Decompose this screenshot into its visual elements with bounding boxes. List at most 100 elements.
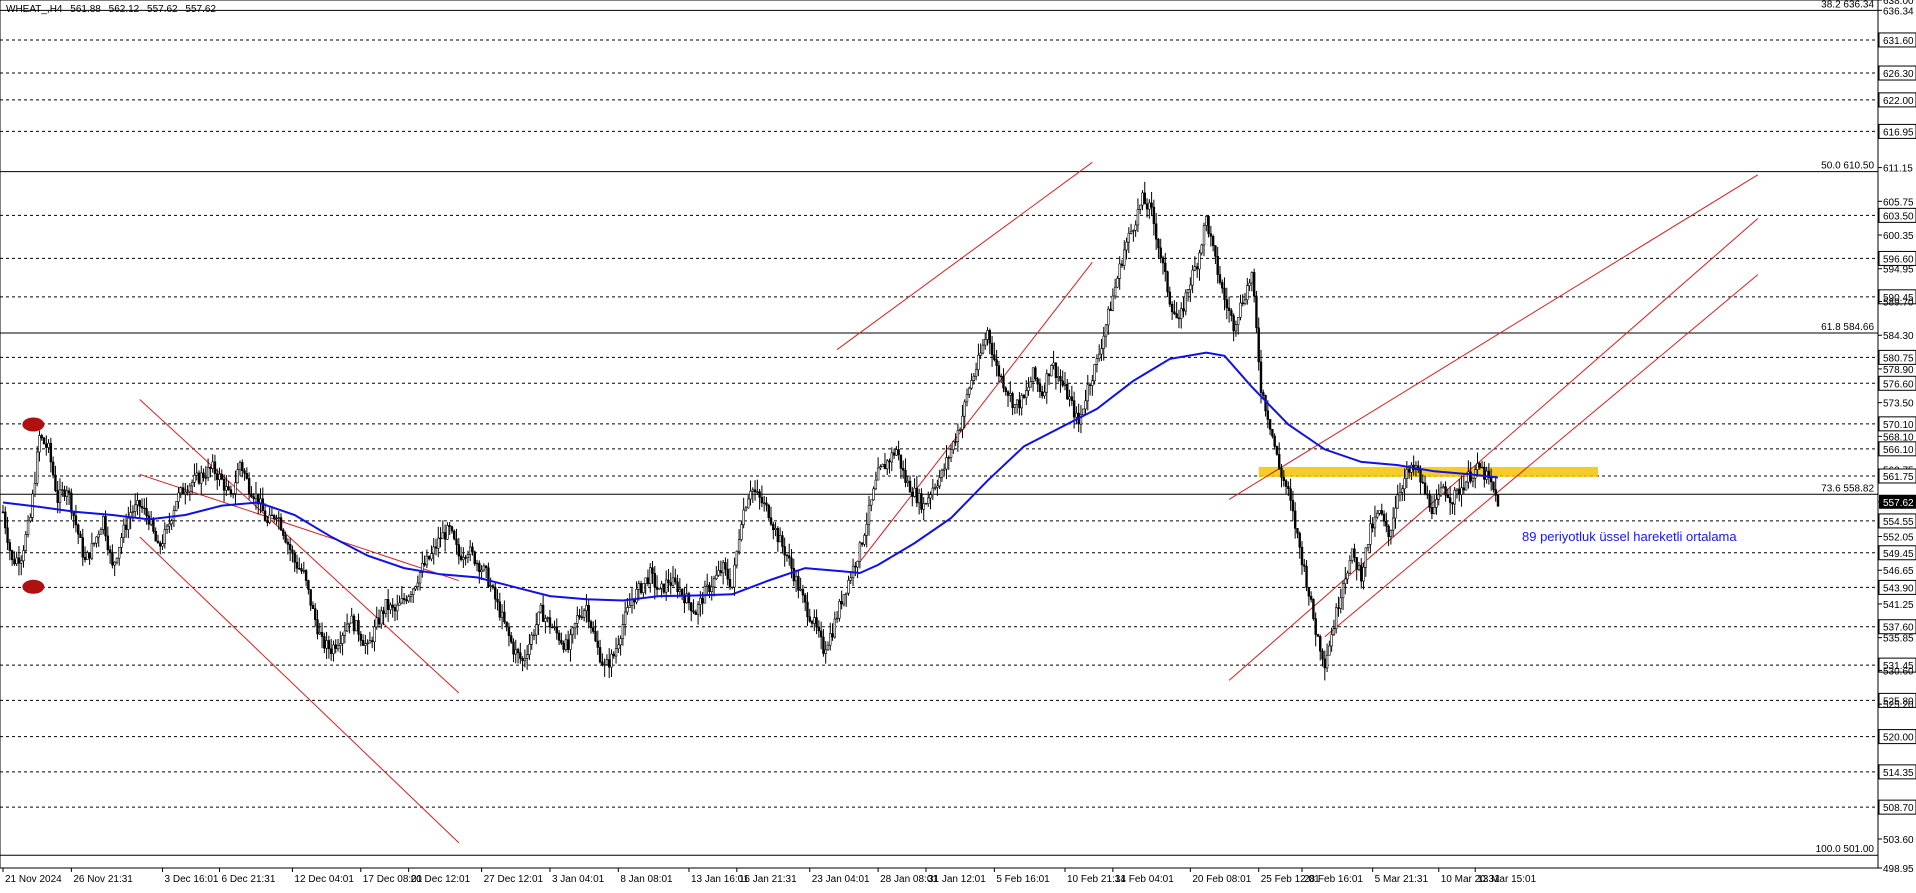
candle-body xyxy=(1207,216,1210,235)
candle-body xyxy=(972,375,976,381)
candle-body xyxy=(1031,367,1035,382)
candle-body xyxy=(1314,618,1317,635)
candle-body xyxy=(1157,238,1160,249)
price-label: 573.50 xyxy=(1883,399,1914,410)
candle-body xyxy=(516,649,520,654)
candle-body xyxy=(965,394,969,403)
candle-body xyxy=(1419,469,1422,483)
candle-body xyxy=(970,380,973,389)
candle-body xyxy=(528,643,531,656)
candle-body xyxy=(291,549,294,554)
candle-body xyxy=(598,647,602,663)
candle-body xyxy=(858,542,862,562)
candle-body xyxy=(348,622,351,625)
candle-body xyxy=(1068,396,1071,400)
candle-body xyxy=(72,512,75,517)
candle-body xyxy=(831,633,834,638)
candle-body xyxy=(300,568,303,572)
candle-body xyxy=(163,529,167,544)
candle-body xyxy=(731,586,734,589)
candle-body xyxy=(386,599,390,610)
candle-body xyxy=(762,502,766,504)
candle-body xyxy=(140,506,144,509)
candle-body xyxy=(1394,507,1397,519)
candle-body xyxy=(220,473,223,480)
current-price-label: 557.62 xyxy=(1883,498,1914,509)
chart-area[interactable]: 38.2 636.34 50.0 610.50 61.8 584.66 73.6 55… xyxy=(0,0,1916,888)
candle-body xyxy=(753,489,757,493)
candle-body xyxy=(719,570,723,574)
price-label: 520.00 xyxy=(1883,733,1914,744)
candle-body xyxy=(1300,546,1304,566)
candle-body xyxy=(446,525,449,540)
candle-body xyxy=(943,468,946,471)
candle-body xyxy=(368,640,372,644)
candle-body xyxy=(211,461,214,469)
candle-body xyxy=(699,597,702,605)
candle-body xyxy=(352,615,356,632)
candle-body xyxy=(751,489,754,492)
candle-body xyxy=(1221,282,1224,289)
price-axis[interactable]: 638.00636.34631.60626.30622.00616.95611.… xyxy=(1877,0,1916,875)
candle-body xyxy=(721,562,725,574)
candle-body xyxy=(1282,476,1285,481)
high-value: 562.12 xyxy=(108,4,140,15)
price-chart[interactable]: 38.2 636.34 50.0 610.50 61.8 584.66 73.6 55… xyxy=(0,0,1916,888)
candle-body xyxy=(1407,468,1411,473)
candle-body xyxy=(487,567,490,587)
candle-body xyxy=(20,560,23,564)
candle-body xyxy=(649,567,652,584)
price-label: 594.95 xyxy=(1883,265,1914,276)
candle-body xyxy=(979,352,982,356)
candle-body xyxy=(10,550,14,560)
candle-body xyxy=(1097,353,1101,359)
candle-body xyxy=(209,467,212,469)
candle-body xyxy=(1451,502,1454,505)
candle-body xyxy=(74,515,78,526)
candle-body xyxy=(1241,302,1244,305)
candle-body xyxy=(626,607,629,613)
candle-body xyxy=(949,449,953,458)
candle-body xyxy=(901,468,905,471)
candle-body xyxy=(464,557,467,559)
candle-body xyxy=(1369,523,1372,545)
candle-body xyxy=(1143,192,1146,205)
candle-body xyxy=(1489,477,1493,483)
candle-body xyxy=(61,489,64,491)
candle-body xyxy=(462,557,465,560)
candle-body xyxy=(478,562,481,573)
candle-body xyxy=(1102,335,1105,349)
candle-body xyxy=(54,474,57,491)
candle-body xyxy=(557,632,561,641)
candle-body xyxy=(1141,192,1144,206)
candle-body xyxy=(623,611,627,625)
candle-body xyxy=(277,517,280,519)
candle-body xyxy=(272,515,276,519)
candle-body xyxy=(608,659,611,668)
candle-body xyxy=(416,582,419,587)
price-label: 578.90 xyxy=(1883,365,1914,376)
candle-body xyxy=(710,586,713,592)
candle-body xyxy=(1389,529,1393,538)
candle-body xyxy=(963,401,966,417)
fib-label: 100.0 501.00 xyxy=(1816,844,1875,855)
candle-body xyxy=(1111,295,1115,311)
candle-body xyxy=(1476,463,1479,470)
candle-body xyxy=(234,482,237,494)
time-label: 14 Feb 04:01 xyxy=(1115,874,1174,885)
ema-annotation: 89 periyotluk üssel hareketli ortalama xyxy=(1522,529,1737,544)
candle-body xyxy=(1054,362,1058,378)
candle-body xyxy=(1435,499,1438,508)
candle-body xyxy=(120,537,123,548)
candle-body xyxy=(1009,393,1012,396)
time-label: 20 Dec 12:01 xyxy=(411,874,471,885)
candle-body xyxy=(628,605,631,608)
candle-body xyxy=(728,578,732,588)
swing-high-marker xyxy=(22,417,45,432)
candle-body xyxy=(79,533,82,538)
candle-body xyxy=(630,599,634,606)
candle-body xyxy=(443,532,447,540)
candle-body xyxy=(573,623,577,629)
candle-body xyxy=(1095,358,1099,365)
candle-body xyxy=(473,551,476,565)
